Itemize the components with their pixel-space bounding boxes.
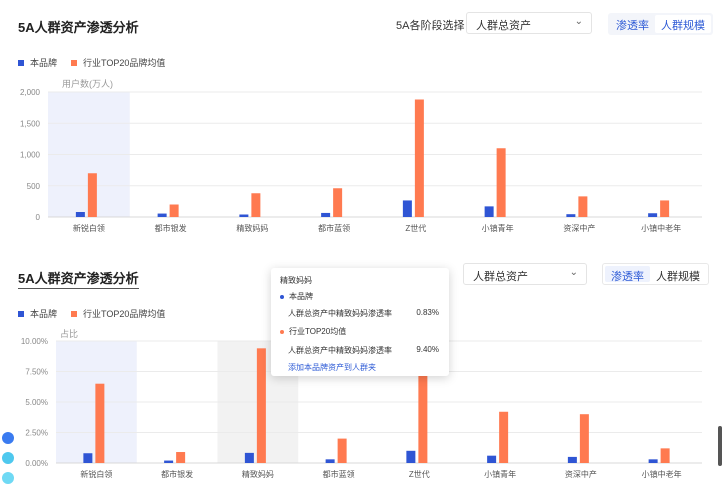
bar-chart-crowd-size: 0 500 1,000 1,500 2,000 新锐白领 都市银发 精致妈妈 都市蓝领 Z世代 小镇… [20,88,702,233]
industry-dot-icon [280,329,284,334]
x-tick-label: 都市银发 [161,469,193,479]
bar-industry[interactable] [496,148,506,217]
bar-industry[interactable] [578,196,588,217]
bar-brand[interactable] [406,450,416,463]
x-tick-label: 小镇中老年 [641,223,681,233]
y-tick-label: 500 [27,182,41,191]
brand-dot-icon [280,294,284,299]
x-tick-label: 资深中产 [563,223,595,233]
x-tick-label: 都市银发 [155,223,187,233]
scrollbar-thumb[interactable] [718,426,722,466]
x-tick-label: 精致妈妈 [236,223,268,233]
bar-brand[interactable] [648,459,658,463]
bar-brand[interactable] [321,212,331,217]
tooltip-brand-label: 本品牌 [289,292,313,301]
x-tick-label: 小镇青年 [484,469,516,479]
tooltip-industry-header: 行业TOP20均值 [280,326,439,337]
bar-brand[interactable] [239,214,249,218]
y-tick-label: 0 [36,213,41,222]
bar-brand[interactable] [648,213,658,217]
bar-industry[interactable] [414,99,424,218]
bar-brand[interactable] [567,456,577,463]
x-tick-label: 新锐白领 [73,223,105,233]
float-button-dot[interactable] [2,472,14,484]
add-to-crowd-folder-link[interactable]: 添加本品牌资产到人群夹 [288,362,376,373]
bar-industry[interactable] [176,452,186,463]
bar-industry[interactable] [87,173,97,217]
bar-industry[interactable] [499,411,509,463]
float-button-dot[interactable] [2,452,14,464]
bar-industry[interactable] [660,200,670,217]
x-tick-label: 精致妈妈 [242,469,274,479]
y-tick-label: 7.50% [25,368,48,377]
chart-tooltip: 精致妈妈 本品牌 人群总资产中精致妈妈渗透率 0.83% 行业TOP20均值 人… [271,268,449,376]
x-tick-label: 新锐白领 [80,469,112,479]
tooltip-industry-metric: 人群总资产中精致妈妈渗透率 [288,346,392,355]
bar-brand[interactable] [164,460,174,463]
x-tick-label: 小镇青年 [482,223,514,233]
y-tick-label: 5.00% [25,398,48,407]
x-tick-label: 小镇中老年 [642,469,682,479]
penetration-panel-top: 5A人群资产渗透分析 5A各阶段选择 人群总资产 ⌄ 渗透率 人群规模 本品牌 … [0,0,723,250]
x-tick-label: 都市蓝领 [318,223,350,233]
bar-industry[interactable] [256,348,266,463]
tooltip-brand-header: 本品牌 [280,291,439,302]
bar-brand[interactable] [244,452,254,463]
y-tick-label: 10.00% [21,337,48,346]
x-tick-label: 资深中产 [565,469,597,479]
bar-brand[interactable] [487,455,497,463]
y-tick-label: 2,000 [20,88,41,97]
float-button-dot[interactable] [2,432,14,444]
bar-industry[interactable] [579,414,589,463]
bar-industry[interactable] [333,188,343,217]
bar-brand[interactable] [83,453,93,463]
bar-industry[interactable] [337,438,347,463]
x-tick-label: 都市蓝领 [323,469,355,479]
tooltip-industry-label: 行业TOP20均值 [289,327,347,336]
bar-brand[interactable] [325,459,335,463]
y-tick-label: 1,000 [20,151,41,160]
bar-brand[interactable] [157,213,167,217]
x-tick-label: Z世代 [405,223,426,233]
y-tick-label: 2.50% [25,429,48,438]
x-tick-label: Z世代 [409,469,430,479]
bar-industry[interactable] [169,204,179,218]
bar-industry[interactable] [660,448,670,463]
bar-industry[interactable] [95,383,105,463]
tooltip-title: 精致妈妈 [280,276,312,285]
tooltip-brand-row: 人群总资产中精致妈妈渗透率 0.83% [288,308,439,319]
bar-brand[interactable] [484,206,494,217]
tooltip-brand-metric: 人群总资产中精致妈妈渗透率 [288,309,392,318]
bar-brand[interactable] [75,212,85,217]
tooltip-industry-row: 人群总资产中精致妈妈渗透率 9.40% [288,345,439,356]
tooltip-brand-value: 0.83% [416,308,439,317]
bar-brand[interactable] [402,200,412,217]
bar-brand[interactable] [566,214,576,217]
y-tick-label: 1,500 [20,119,41,128]
tooltip-industry-value: 9.40% [416,345,439,354]
bar-industry[interactable] [251,193,261,217]
y-tick-label: 0.00% [25,459,48,468]
